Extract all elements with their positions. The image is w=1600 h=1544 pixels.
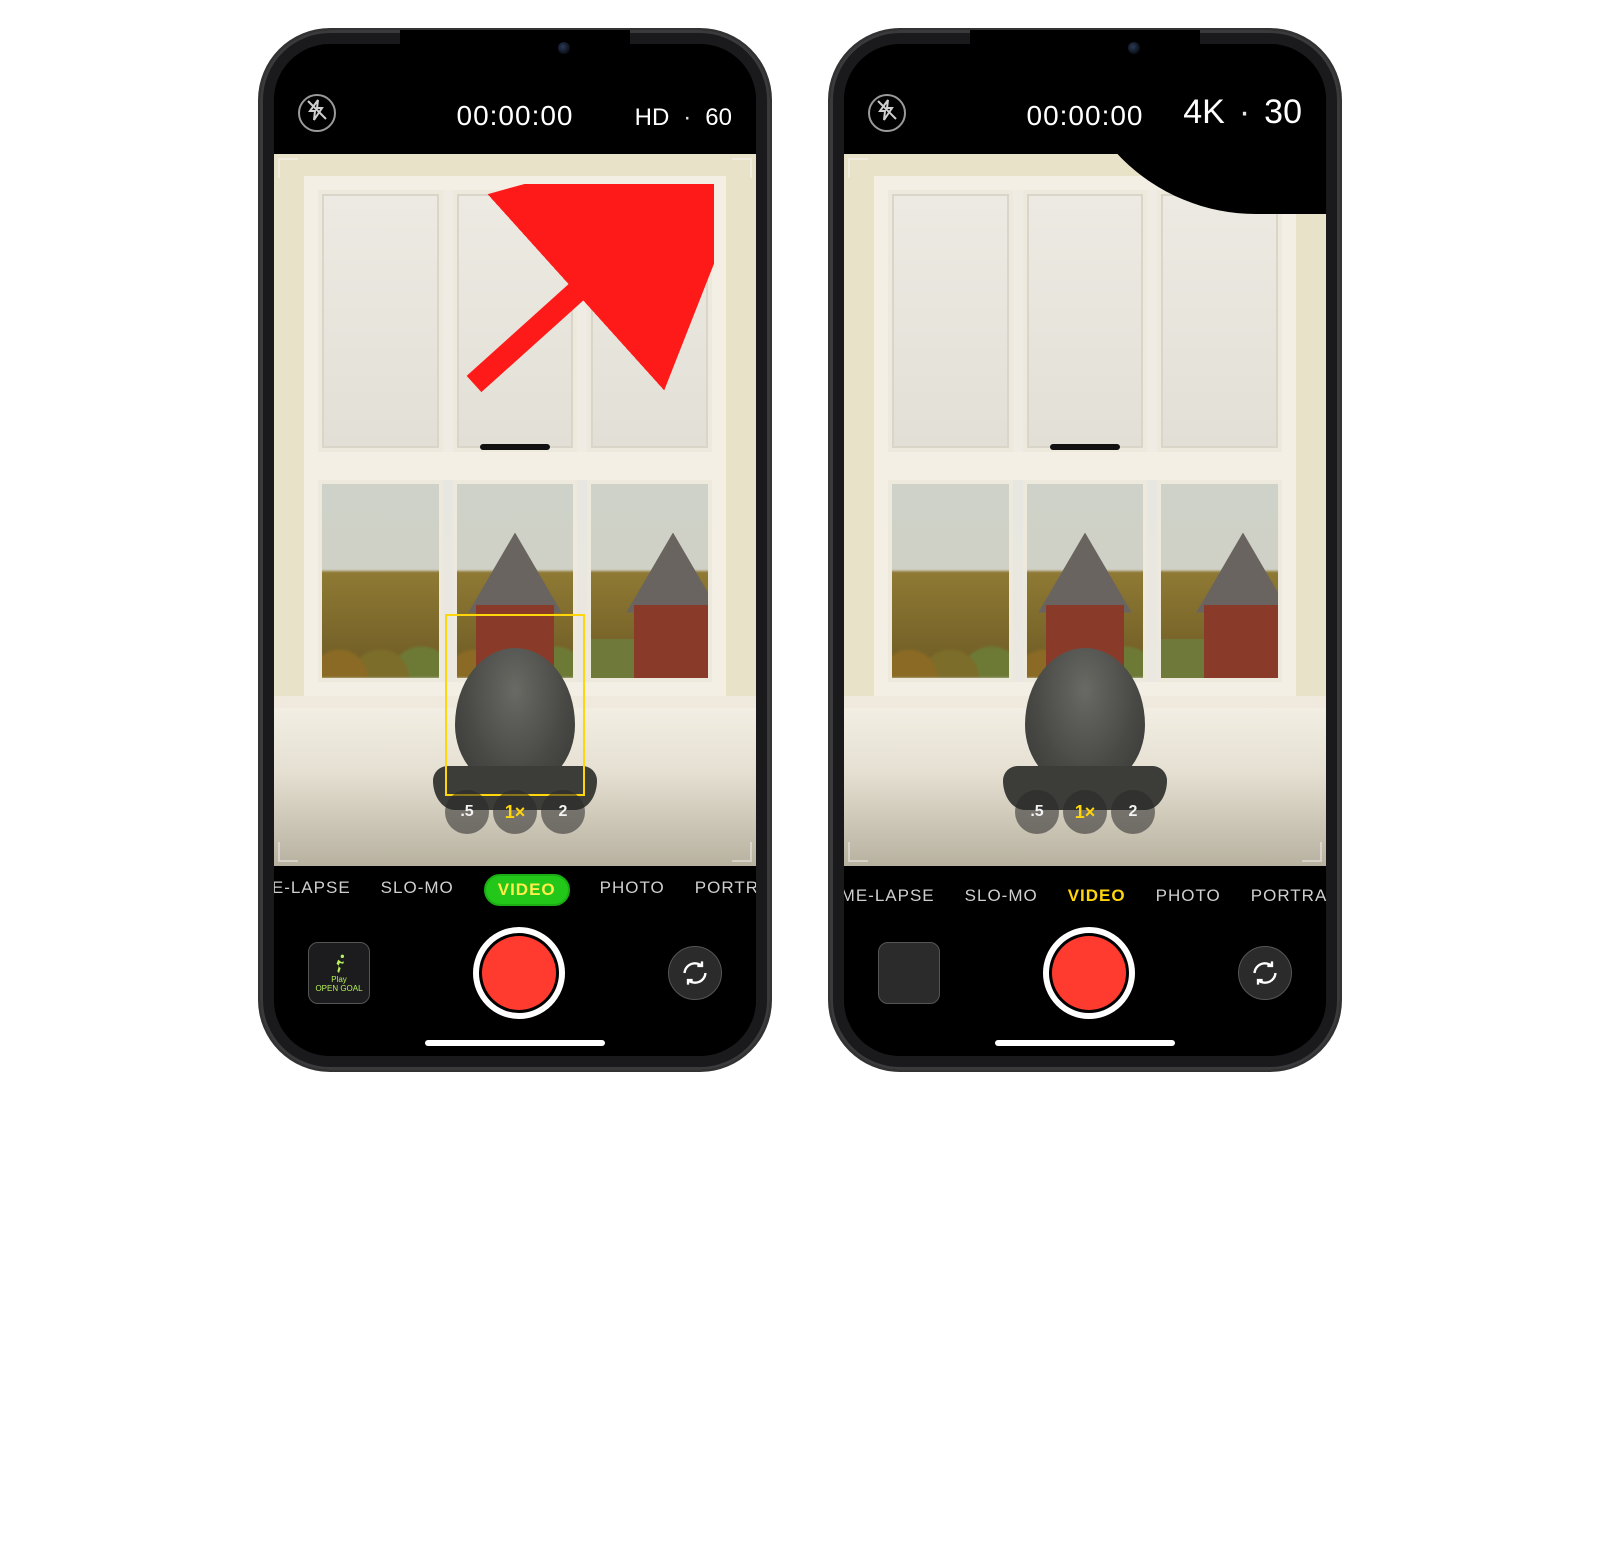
flash-off-icon <box>875 98 899 128</box>
zoom-0_5x[interactable]: .5 <box>445 790 489 834</box>
flash-off-icon <box>305 98 329 128</box>
record-indicator <box>482 936 556 1010</box>
phone-left: 00:00:00 HD · 60 <box>260 30 770 1070</box>
notch <box>400 30 630 64</box>
thumb-line2: OPEN GOAL <box>315 984 362 993</box>
resolution-label: 4K <box>1183 93 1225 132</box>
recording-timer: 00:00:00 <box>1027 100 1144 132</box>
mode-photo[interactable]: PHOTO <box>1156 886 1221 906</box>
mode-photo[interactable]: PHOTO <box>600 878 665 906</box>
crop-mark <box>732 158 752 178</box>
thumb-line1: Play <box>331 975 347 984</box>
focus-indicator <box>445 614 585 796</box>
record-indicator <box>1052 936 1126 1010</box>
camera-flip-button[interactable] <box>1238 946 1292 1000</box>
flip-icon <box>1251 959 1279 987</box>
format-separator: · <box>683 104 691 132</box>
video-format-toggle[interactable]: 4K · 30 <box>1183 93 1302 132</box>
mode-strip[interactable]: IME-LAPSE SLO-MO VIDEO PHOTO PORTRAI <box>274 878 756 906</box>
home-indicator[interactable] <box>425 1040 605 1046</box>
crop-mark <box>278 158 298 178</box>
flash-toggle[interactable] <box>298 94 336 132</box>
camera-app-screen: .5 1× 2 00:00:00 4K · 30 <box>844 44 1326 1056</box>
mode-timelapse[interactable]: IME-LAPSE <box>844 886 935 906</box>
crop-mark <box>278 842 298 862</box>
crop-mark <box>848 158 868 178</box>
mode-portrait[interactable]: PORTRAI <box>695 878 756 906</box>
video-format-toggle[interactable]: HD · 60 <box>635 104 732 132</box>
last-capture-thumbnail[interactable]: Play OPEN GOAL <box>308 942 370 1004</box>
bottom-controls <box>844 918 1326 1028</box>
bottom-controls: Play OPEN GOAL <box>274 918 756 1028</box>
fps-label: 30 <box>1264 93 1302 132</box>
fps-label: 60 <box>705 104 732 132</box>
mode-strip[interactable]: IME-LAPSE SLO-MO VIDEO PHOTO PORTRAI <box>844 886 1326 906</box>
home-indicator[interactable] <box>995 1040 1175 1046</box>
zoom-1x[interactable]: 1× <box>493 790 537 834</box>
mode-video[interactable]: VIDEO <box>484 874 570 906</box>
viewfinder[interactable]: .5 1× 2 <box>844 154 1326 866</box>
zoom-2x[interactable]: 2 <box>541 790 585 834</box>
zoom-selector: .5 1× 2 <box>445 790 585 834</box>
zoom-selector: .5 1× 2 <box>1015 790 1155 834</box>
mode-slomo[interactable]: SLO-MO <box>965 886 1038 906</box>
crop-mark <box>848 842 868 862</box>
zoom-0_5x[interactable]: .5 <box>1015 790 1059 834</box>
record-button[interactable] <box>473 927 565 1019</box>
camera-flip-button[interactable] <box>668 946 722 1000</box>
scene-preview <box>844 154 1326 866</box>
zoom-2x[interactable]: 2 <box>1111 790 1155 834</box>
notch <box>970 30 1200 64</box>
viewfinder[interactable]: .5 1× 2 <box>274 154 756 866</box>
recording-timer: 00:00:00 <box>457 100 574 132</box>
zoom-1x[interactable]: 1× <box>1063 790 1107 834</box>
phone-right: .5 1× 2 00:00:00 4K · 30 <box>830 30 1340 1070</box>
crop-mark <box>1302 842 1322 862</box>
runner-icon <box>329 953 349 973</box>
flash-toggle[interactable] <box>868 94 906 132</box>
mode-slomo[interactable]: SLO-MO <box>381 878 454 906</box>
mode-timelapse[interactable]: IME-LAPSE <box>274 878 351 906</box>
last-capture-thumbnail[interactable] <box>878 942 940 1004</box>
resolution-label: HD <box>635 104 670 132</box>
camera-app-screen: 00:00:00 HD · 60 <box>274 44 756 1056</box>
record-button[interactable] <box>1043 927 1135 1019</box>
crop-mark <box>732 842 752 862</box>
flip-icon <box>681 959 709 987</box>
mode-portrait[interactable]: PORTRAI <box>1251 886 1326 906</box>
format-separator: · <box>1239 93 1250 132</box>
mode-video[interactable]: VIDEO <box>1068 886 1126 906</box>
